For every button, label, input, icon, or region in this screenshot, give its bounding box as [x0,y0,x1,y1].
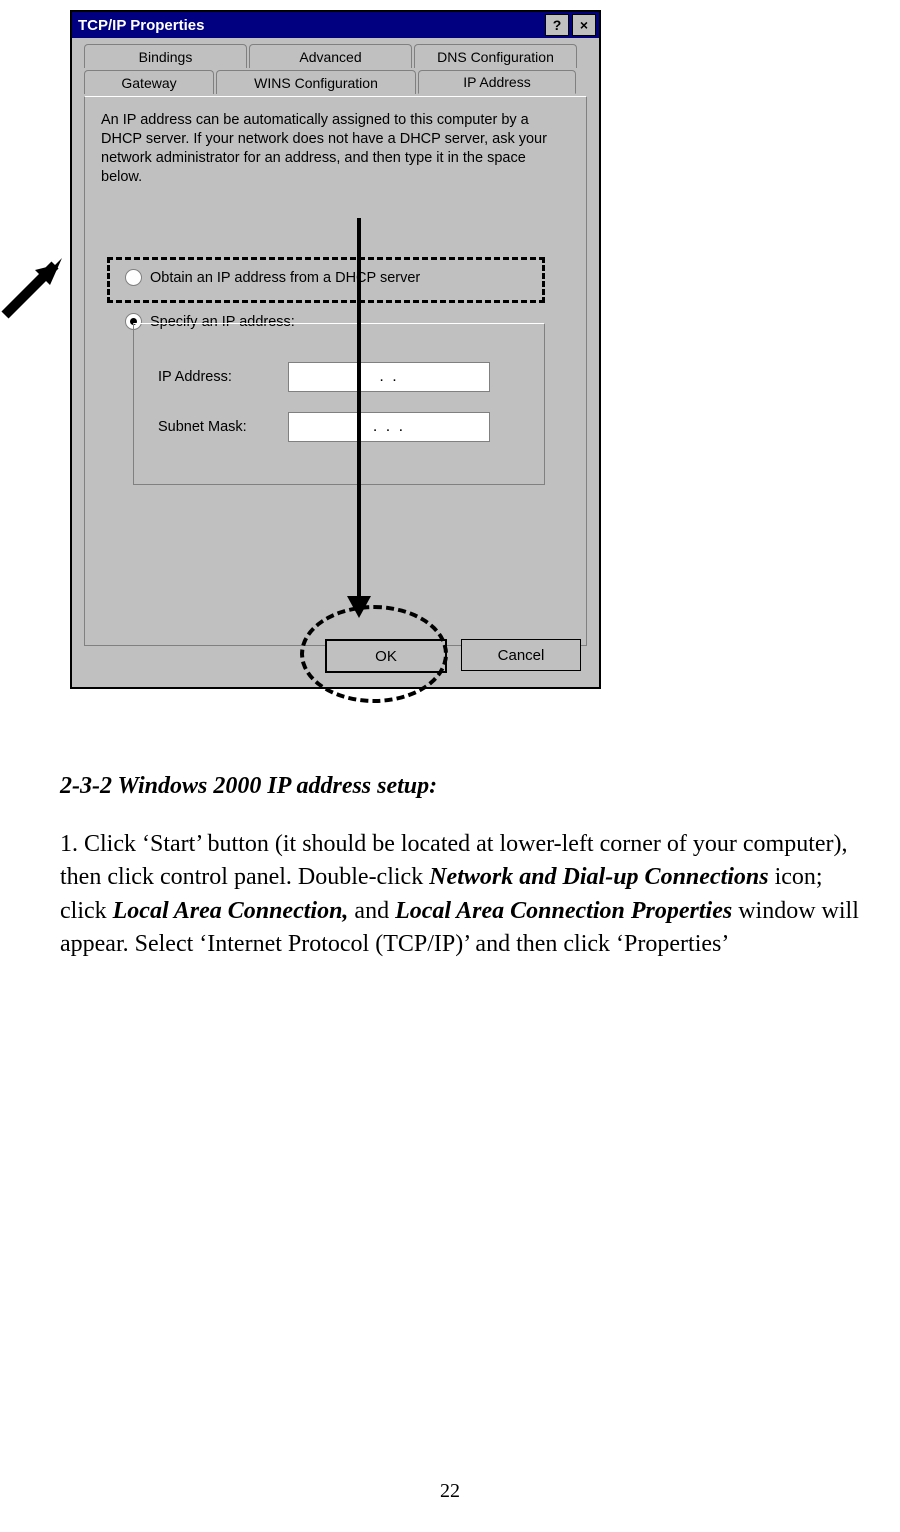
close-icon: × [580,17,588,33]
tab-wins-configuration[interactable]: WINS Configuration [216,70,416,94]
tab-strip: Bindings Advanced DNS Configuration Gate… [72,38,599,96]
tcpip-properties-dialog: TCP/IP Properties ? × Bindings Advanced … [70,10,601,689]
tab-advanced[interactable]: Advanced [249,44,412,68]
radio-icon [125,269,142,286]
ip-address-label: IP Address: [158,369,288,385]
annotation-arrow-diagonal [0,250,70,320]
subnet-mask-input[interactable]: . . . [288,412,490,442]
section-heading: 2-3-2 Windows 2000 IP address setup: [60,770,860,804]
help-icon: ? [553,17,562,33]
subnet-mask-label: Subnet Mask: [158,419,288,435]
page-number: 22 [0,1480,900,1503]
help-button[interactable]: ? [545,14,569,36]
document-body: 2-3-2 Windows 2000 IP address setup: 1. … [60,770,860,962]
radio-obtain-dhcp[interactable]: Obtain an IP address from a DHCP server [125,269,420,286]
tab-bindings[interactable]: Bindings [84,44,247,68]
radio-label: Obtain an IP address from a DHCP server [150,270,420,286]
ok-button[interactable]: OK [325,639,447,673]
tab-gateway[interactable]: Gateway [84,70,214,94]
tab-ip-address[interactable]: IP Address [418,70,576,94]
window-title: TCP/IP Properties [78,17,204,34]
ip-fields-group: IP Address: . . Subnet Mask: . . . [133,323,545,485]
instruction-paragraph: 1. Click ‘Start’ button (it should be lo… [60,828,860,962]
cancel-button[interactable]: Cancel [461,639,581,671]
description-text: An IP address can be automatically assig… [85,97,586,186]
tab-dns-configuration[interactable]: DNS Configuration [414,44,577,68]
titlebar: TCP/IP Properties ? × [72,12,599,38]
tab-panel-ip-address: An IP address can be automatically assig… [84,96,587,646]
annotation-arrow-vertical [354,218,364,618]
ip-address-input[interactable]: . . [288,362,490,392]
close-button[interactable]: × [572,14,596,36]
